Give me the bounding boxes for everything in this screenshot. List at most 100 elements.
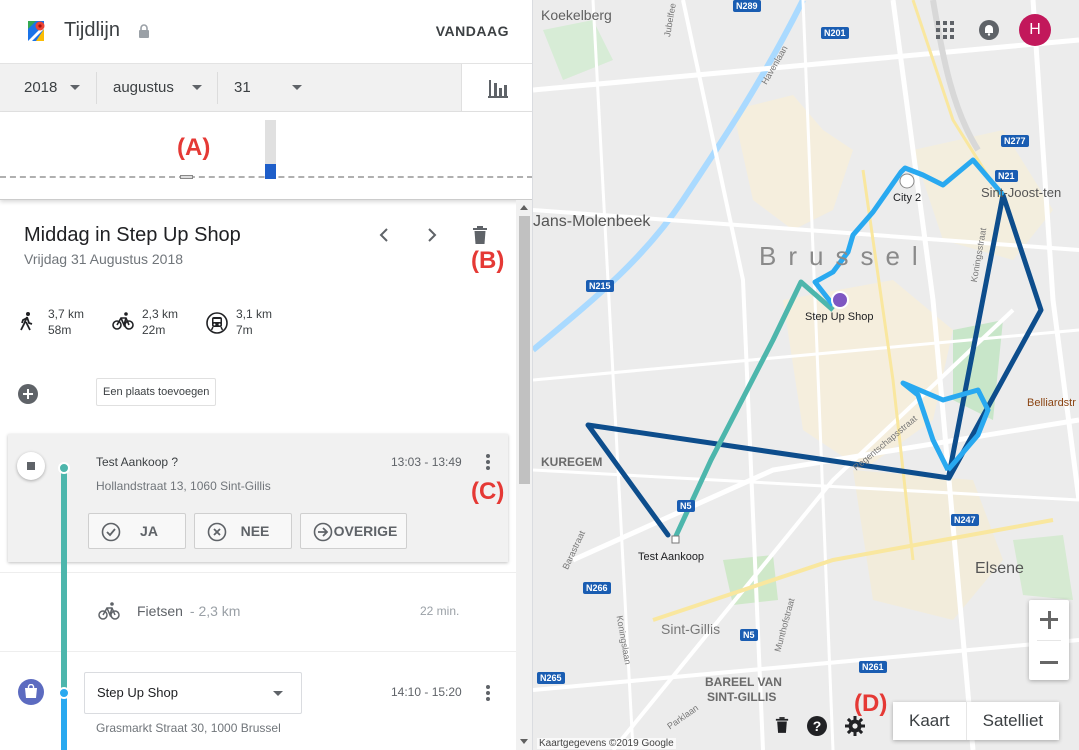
scrollbar[interactable] xyxy=(516,200,532,750)
bar-chart-icon xyxy=(488,80,508,98)
timeline-track-cycling xyxy=(61,466,67,692)
road-shield: N247 xyxy=(951,514,979,526)
year-value: 2018 xyxy=(24,79,58,96)
stop-card-step-up-shop[interactable]: Step Up Shop 14:10 - 15:20 Grasmarkt Str… xyxy=(0,652,516,750)
page-title: Tijdlijn xyxy=(64,19,120,41)
activity-segment-cycling[interactable]: Fietsen - 2,3 km 22 min. xyxy=(0,572,516,652)
add-place-button[interactable]: Een plaats toevoegen xyxy=(96,378,217,406)
annotation-label-c: (C) xyxy=(471,478,505,505)
walking-duration: 58m xyxy=(48,323,72,337)
chevron-down-icon xyxy=(292,85,302,90)
map-marker-label[interactable]: Step Up Shop xyxy=(805,311,874,323)
road-shield: N5 xyxy=(740,629,758,641)
year-select[interactable]: 2018 xyxy=(24,64,94,111)
lock-icon xyxy=(139,24,149,38)
stop-address: Hollandstraat 13, 1060 Sint-Gillis xyxy=(96,479,271,493)
map-label: Brussel xyxy=(759,241,930,271)
today-button[interactable]: VANDAAG xyxy=(436,23,509,39)
add-place-row: Een plaats toevoegen xyxy=(0,378,516,408)
road-shield: N21 xyxy=(995,170,1018,182)
annotation-label-b: (B) xyxy=(471,247,505,274)
day-value: 31 xyxy=(234,79,251,96)
notifications-icon[interactable] xyxy=(979,20,999,40)
stop-card-test-aankoop[interactable]: Test Aankoop ? 13:03 - 13:49 Hollandstra… xyxy=(8,434,508,562)
trash-icon[interactable] xyxy=(472,226,488,244)
annotation-label-d: (D) xyxy=(854,690,888,717)
timeline-dot xyxy=(58,462,70,474)
road-shield: N261 xyxy=(859,661,887,673)
plus-icon-vertical xyxy=(1047,610,1051,629)
stop-name[interactable]: Test Aankoop ? xyxy=(96,455,178,469)
map-label: Sint-Gillis xyxy=(661,621,721,637)
segment-mode: Fietsen xyxy=(137,603,183,619)
zoom-in-button[interactable] xyxy=(1029,600,1069,640)
chevron-right-icon[interactable] xyxy=(426,228,438,242)
help-icon[interactable]: ? xyxy=(807,716,827,736)
map-canvas[interactable]: Koekelberg Jans-Molenbeek Brussel KUREGE… xyxy=(533,0,1079,750)
stop-address: Grasmarkt Straat 30, 1000 Brussel xyxy=(96,721,281,735)
bicycle-icon xyxy=(98,602,120,620)
histogram-marker xyxy=(180,175,193,179)
account-avatar[interactable]: H xyxy=(1019,14,1051,46)
train-icon xyxy=(206,312,228,334)
road-shield: N5 xyxy=(677,500,695,512)
segment-distance: - 2,3 km xyxy=(186,603,241,619)
stop-square-icon xyxy=(27,462,35,470)
place-date: Vrijdag 31 Augustus 2018 xyxy=(24,251,184,267)
map-type-satellite-button[interactable]: Satelliet xyxy=(967,702,1059,740)
road-shield: N215 xyxy=(586,280,614,292)
map-attribution: Kaartgegevens ©2019 Google xyxy=(537,738,676,749)
zoom-out-button[interactable] xyxy=(1029,640,1069,680)
minus-icon xyxy=(1040,661,1058,664)
svg-text:?: ? xyxy=(813,718,822,734)
no-button[interactable]: NEE xyxy=(194,513,292,549)
map-marker-label[interactable]: City 2 xyxy=(893,192,921,204)
other-button[interactable]: OVERIGE xyxy=(300,513,407,549)
road-shield: N289 xyxy=(733,0,761,12)
zoom-control xyxy=(1029,600,1069,680)
walking-distance: 3,7 km xyxy=(48,307,85,321)
timeline-track-walking xyxy=(61,692,67,750)
google-maps-logo-icon[interactable] xyxy=(24,19,48,43)
cycling-duration: 22m xyxy=(142,323,166,337)
place-select-value: Step Up Shop xyxy=(97,685,178,700)
no-label: NEE xyxy=(240,523,270,539)
map-base xyxy=(533,0,1079,750)
map-marker-label[interactable]: Test Aankoop xyxy=(638,551,704,563)
shopping-bag-icon xyxy=(25,684,37,698)
stop-time: 13:03 - 13:49 xyxy=(391,455,462,469)
add-circle-icon[interactable] xyxy=(18,384,38,404)
yes-button[interactable]: JA xyxy=(88,513,186,549)
map-label: BAREEL VAN xyxy=(705,675,782,689)
histogram-bar-selected[interactable] xyxy=(265,120,276,179)
month-value: augustus xyxy=(113,79,174,96)
segment-duration: 22 min. xyxy=(420,604,460,618)
settings-gear-icon[interactable] xyxy=(845,716,865,736)
scroll-down-arrow[interactable] xyxy=(520,739,528,744)
bicycle-icon xyxy=(112,312,134,330)
scroll-up-arrow[interactable] xyxy=(520,205,528,210)
chevron-left-icon[interactable] xyxy=(378,228,390,242)
cycling-distance: 2,3 km xyxy=(142,307,179,321)
annotation-label-a: (A) xyxy=(177,134,211,161)
day-activity-histogram[interactable]: (A) xyxy=(0,112,532,200)
more-vert-icon[interactable] xyxy=(485,454,491,470)
chevron-down-icon xyxy=(192,85,202,90)
more-vert-icon[interactable] xyxy=(485,685,491,701)
transit-duration: 7m xyxy=(236,323,253,337)
map-label: Sint-Joost-ten xyxy=(981,185,1062,200)
other-label: OVERIGE xyxy=(333,523,398,539)
map-type-map-button[interactable]: Kaart xyxy=(893,702,967,740)
scroll-thumb[interactable] xyxy=(519,216,530,484)
statistics-button[interactable] xyxy=(461,64,532,111)
map-label: Koekelberg xyxy=(541,7,612,23)
map-label: Elsene xyxy=(975,560,1024,577)
timeline-panel: Tijdlijn VANDAAG 2018 augustus 31 (A) Mi… xyxy=(0,0,533,750)
road-shield: N201 xyxy=(821,27,849,39)
trash-icon[interactable] xyxy=(775,716,789,734)
place-select[interactable]: Step Up Shop xyxy=(84,672,302,714)
apps-grid-icon[interactable] xyxy=(936,21,954,39)
road-shield: N277 xyxy=(1001,135,1029,147)
day-select[interactable]: 31 xyxy=(234,64,314,111)
month-select[interactable]: augustus xyxy=(113,64,213,111)
